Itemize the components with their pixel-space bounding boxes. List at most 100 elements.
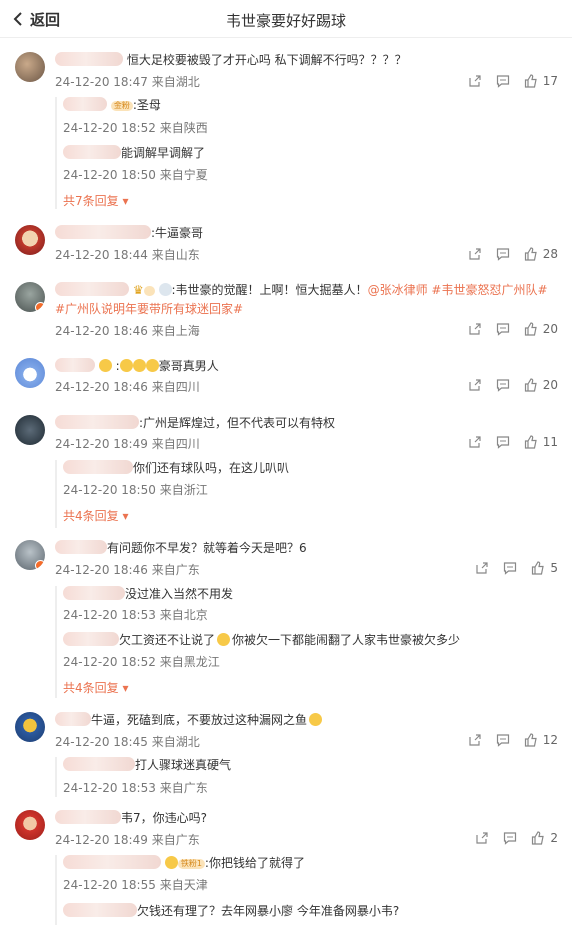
topic-link[interactable]: #韦世豪怒怼广州队#	[431, 283, 547, 297]
fan-badge: 铁粉1	[177, 859, 205, 869]
reply-thread-border	[55, 586, 57, 698]
username-blurred[interactable]	[63, 145, 121, 159]
like-icon	[524, 247, 537, 261]
emoji-icon	[217, 633, 231, 646]
like-icon	[524, 435, 537, 449]
reply-text: 欠工资还不让说了	[119, 633, 216, 647]
username-blurred[interactable]	[55, 225, 151, 239]
reply-item: 没过准入当然不用发	[63, 586, 233, 602]
share-icon[interactable]	[468, 247, 482, 261]
crown-icon: ♛	[132, 283, 144, 297]
emoji-icon	[309, 713, 323, 726]
comment-text: 韦7，你违心吗?	[121, 811, 208, 825]
reply-text: :圣母	[132, 98, 161, 112]
avatar[interactable]	[15, 225, 45, 255]
page-title: 韦世豪要好好踢球	[225, 12, 346, 30]
username-blurred[interactable]	[55, 282, 129, 296]
username-blurred[interactable]	[55, 358, 95, 372]
share-icon[interactable]	[468, 74, 482, 88]
like-icon	[524, 322, 537, 336]
reply-thread-border	[55, 97, 57, 209]
like-icon	[532, 831, 545, 845]
reply-item: 欠工资还不让说了 你被欠一下都能闹翻了人家韦世豪被欠多少	[63, 632, 460, 648]
username-blurred[interactable]	[55, 52, 123, 66]
comment-actions: 5	[475, 561, 558, 575]
like-button[interactable]: 12	[524, 733, 558, 747]
avatar[interactable]	[15, 810, 45, 840]
comment-text: :牛逼豪哥	[151, 226, 204, 240]
more-replies-link[interactable]: 共7条回复 ▾	[63, 192, 128, 209]
reply-meta: 24-12-20 18:50 来自宁夏	[63, 168, 208, 182]
like-button[interactable]: 2	[531, 831, 558, 845]
username-blurred[interactable]	[63, 903, 137, 917]
avatar[interactable]	[15, 282, 45, 312]
reply-text: :你把钱给了就得了	[204, 856, 305, 870]
like-button[interactable]: 20	[524, 322, 558, 336]
like-icon	[524, 378, 537, 392]
reply-thread-border	[55, 855, 57, 925]
like-count: 20	[542, 378, 558, 392]
comment-icon[interactable]	[496, 435, 510, 449]
username-blurred[interactable]	[63, 855, 161, 869]
comment-icon[interactable]	[503, 831, 517, 845]
share-icon[interactable]	[475, 831, 489, 845]
username-blurred[interactable]	[63, 460, 133, 474]
avatar[interactable]	[15, 540, 45, 570]
username-blurred[interactable]	[55, 540, 107, 554]
comment-meta: 24-12-20 18:49 来自广东	[55, 833, 200, 847]
comment-actions: 11	[468, 435, 558, 449]
reply-meta: 24-12-20 18:52 来自黑龙江	[63, 655, 220, 669]
like-count: 5	[550, 561, 558, 575]
like-button[interactable]: 5	[531, 561, 558, 575]
reply-item: 你们还有球队吗，在这儿叭叭	[63, 460, 289, 476]
username-blurred[interactable]	[63, 586, 125, 600]
avatar[interactable]	[15, 415, 45, 445]
comment-meta: 24-12-20 18:47 来自湖北	[55, 75, 200, 89]
username-blurred[interactable]	[63, 757, 135, 771]
share-icon[interactable]	[475, 561, 489, 575]
more-replies-link[interactable]: 共4条回复 ▾	[63, 679, 128, 696]
avatar[interactable]	[15, 358, 45, 388]
share-icon[interactable]	[468, 435, 482, 449]
like-button[interactable]: 17	[524, 74, 558, 88]
emoji-icon	[158, 283, 172, 296]
comment-text: 恒大足校要被毁了才开心吗 私下调解不行吗？？？？	[126, 53, 407, 67]
comment-icon[interactable]	[496, 322, 510, 336]
mention-link[interactable]: @张冰律师	[368, 283, 428, 297]
comment-icon[interactable]	[496, 733, 510, 747]
username-blurred[interactable]	[55, 810, 121, 824]
reply-thread-border	[55, 757, 57, 797]
reply-meta: 24-12-20 18:53 来自北京	[63, 608, 208, 622]
verified-dot	[35, 302, 45, 312]
reply-text-continued: 你被欠一下都能闹翻了人家韦世豪被欠多少	[232, 633, 461, 647]
fan-badge	[143, 286, 155, 296]
comment-icon[interactable]	[496, 74, 510, 88]
comment-icon[interactable]	[496, 378, 510, 392]
reply-meta: 24-12-20 18:50 来自浙江	[63, 483, 208, 497]
share-icon[interactable]	[468, 378, 482, 392]
like-count: 2	[550, 831, 558, 845]
avatar[interactable]	[15, 712, 45, 742]
comment-icon[interactable]	[503, 561, 517, 575]
like-button[interactable]: 20	[524, 378, 558, 392]
comment-actions: 12	[468, 733, 558, 747]
username-blurred[interactable]	[63, 97, 107, 111]
comment-text: 有问题你不早发？就等着今天是吧？6	[107, 541, 307, 555]
comment-text: 牛逼，死磕到底，不要放过这种漏网之鱼	[91, 713, 308, 727]
topic-link[interactable]: #广州队说明年要带所有球迷回家#	[55, 302, 243, 316]
share-icon[interactable]	[468, 733, 482, 747]
avatar[interactable]	[15, 52, 45, 82]
like-button[interactable]: 28	[524, 247, 558, 261]
more-replies-link[interactable]: 共4条回复 ▾	[63, 507, 128, 524]
comment-icon[interactable]	[496, 247, 510, 261]
like-button[interactable]: 11	[524, 435, 558, 449]
emoji-icon	[132, 359, 146, 372]
username-blurred[interactable]	[55, 712, 91, 726]
share-icon[interactable]	[468, 322, 482, 336]
username-blurred[interactable]	[63, 632, 119, 646]
comment-meta: 24-12-20 18:45 来自湖北	[55, 735, 200, 749]
comment-text: :韦世豪的觉醒！上啊！恒大掘墓人！	[171, 283, 368, 297]
comment-actions: 2	[475, 831, 558, 845]
username-blurred[interactable]	[55, 415, 139, 429]
comment-meta: 24-12-20 18:46 来自四川	[55, 380, 200, 394]
